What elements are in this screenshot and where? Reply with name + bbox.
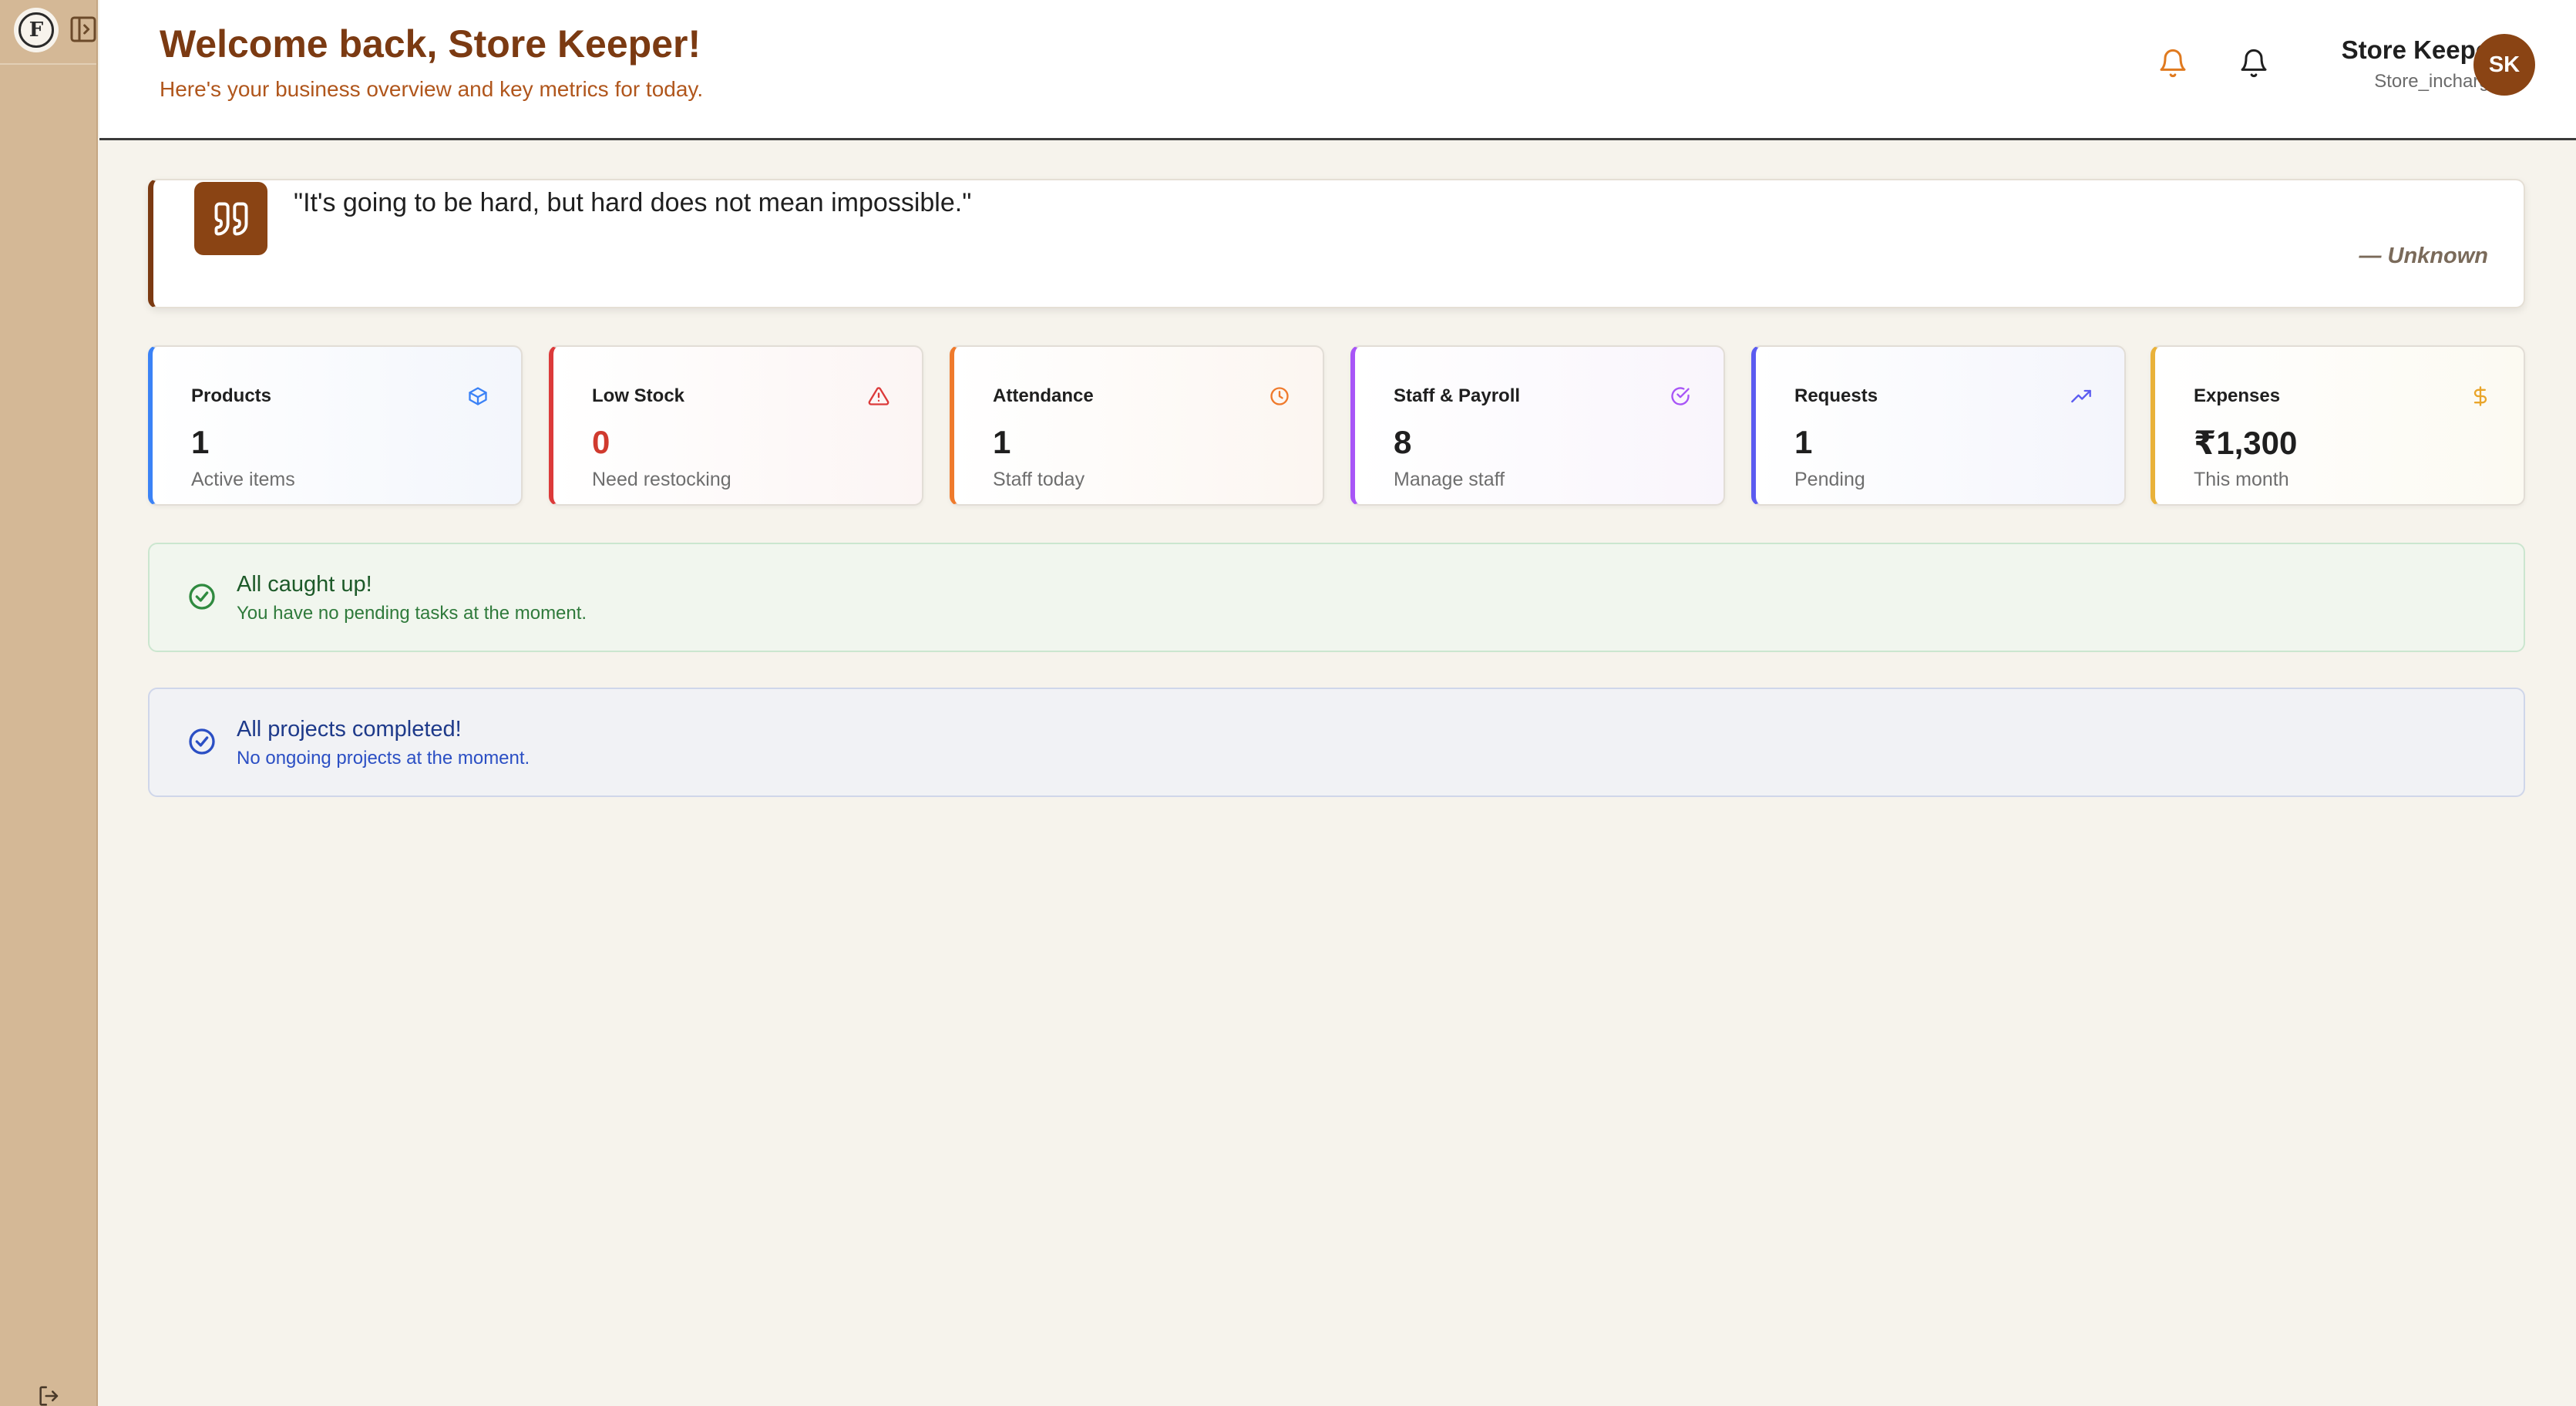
bell-icon[interactable] bbox=[2157, 48, 2188, 79]
stat-description: Manage staff bbox=[1394, 469, 1505, 490]
stat-description: This month bbox=[2194, 469, 2289, 490]
stat-label: Requests bbox=[1794, 385, 1878, 406]
projects-status-alert: All projects completed! No ongoing proje… bbox=[148, 688, 2525, 797]
quote-author: — Unknown bbox=[2359, 244, 2488, 268]
quote-icon bbox=[194, 182, 267, 255]
quote-text: "It's going to be hard, but hard does no… bbox=[294, 188, 972, 217]
dollar-icon bbox=[2473, 386, 2487, 406]
alert-title: All projects completed! bbox=[237, 717, 462, 742]
stat-description: Active items bbox=[191, 469, 295, 490]
stat-description: Pending bbox=[1794, 469, 1865, 490]
clock-icon bbox=[1270, 387, 1289, 405]
stat-value: 8 bbox=[1394, 424, 1412, 460]
stat-value: 0 bbox=[592, 424, 610, 460]
stat-value: 1 bbox=[993, 424, 1011, 460]
sidebar: F bbox=[0, 0, 98, 1406]
stats-grid: Products 1 Active items Low Stock 0 Need… bbox=[148, 345, 2525, 506]
alert-text: No ongoing projects at the moment. bbox=[237, 748, 530, 769]
alert-title: All caught up! bbox=[237, 572, 372, 597]
stat-label: Products bbox=[191, 385, 272, 406]
check-circle-icon bbox=[1671, 387, 1690, 405]
sidebar-toggle-icon[interactable] bbox=[68, 14, 99, 45]
logo-letter: F bbox=[18, 12, 54, 48]
check-circle-icon bbox=[189, 728, 215, 755]
stat-description: Staff today bbox=[993, 469, 1085, 490]
quote-card: "It's going to be hard, but hard does no… bbox=[148, 179, 2525, 308]
stat-value: 1 bbox=[191, 424, 210, 460]
top-header: Welcome back, Store Keeper! Here's your … bbox=[99, 0, 2576, 140]
stat-card-attendance[interactable]: Attendance 1 Staff today bbox=[950, 345, 1324, 506]
stat-value: ₹1,300 bbox=[2194, 425, 2298, 461]
alert-text: You have no pending tasks at the moment. bbox=[237, 603, 587, 624]
warning-triangle-icon bbox=[868, 387, 889, 405]
logout-icon[interactable] bbox=[34, 1383, 65, 1406]
stat-label: Low Stock bbox=[592, 385, 685, 406]
stat-description: Need restocking bbox=[592, 469, 731, 490]
box-icon bbox=[469, 387, 487, 405]
stat-card-products[interactable]: Products 1 Active items bbox=[148, 345, 523, 506]
avatar[interactable]: SK bbox=[2473, 34, 2535, 96]
page-subtitle: Here's your business overview and key me… bbox=[160, 77, 704, 101]
bell-icon[interactable] bbox=[2238, 48, 2269, 79]
stat-card-staff-payroll[interactable]: Staff & Payroll 8 Manage staff bbox=[1350, 345, 1725, 506]
app-root: F Welcome back, Store Keeper! Here's you… bbox=[0, 0, 2576, 1406]
stat-card-low-stock[interactable]: Low Stock 0 Need restocking bbox=[549, 345, 923, 506]
app-logo[interactable]: F bbox=[14, 8, 59, 52]
stat-label: Expenses bbox=[2194, 385, 2281, 406]
tasks-status-alert: All caught up! You have no pending tasks… bbox=[148, 543, 2525, 652]
sidebar-header: F bbox=[0, 0, 96, 65]
stat-card-expenses[interactable]: Expenses ₹1,300 This month bbox=[2151, 345, 2525, 506]
stat-value: 1 bbox=[1794, 424, 1813, 460]
stat-label: Attendance bbox=[993, 385, 1094, 406]
stat-label: Staff & Payroll bbox=[1394, 385, 1521, 406]
stat-card-requests[interactable]: Requests 1 Pending bbox=[1751, 345, 2126, 506]
check-circle-icon bbox=[189, 584, 215, 610]
page-title: Welcome back, Store Keeper! bbox=[160, 22, 701, 66]
trending-up-icon bbox=[2071, 389, 2091, 403]
